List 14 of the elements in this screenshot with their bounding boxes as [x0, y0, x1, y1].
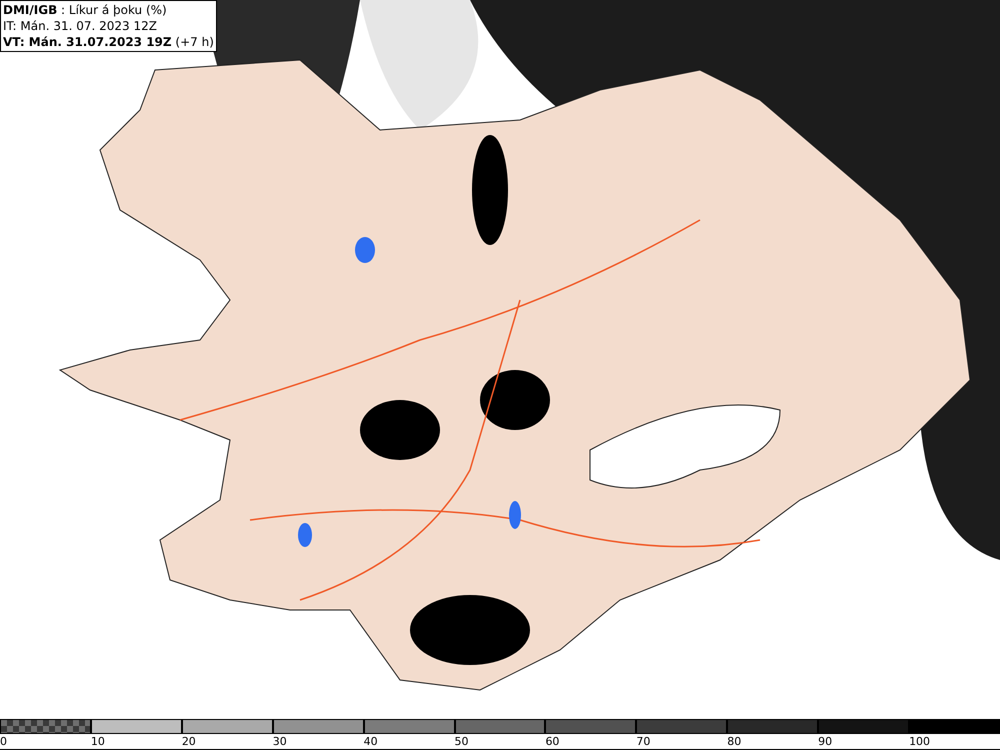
legend-label: 0: [0, 734, 7, 749]
map-info-text: VT: Mán. 31.07.2023 19Z (+7 h): [3, 34, 214, 50]
legend-label: 80: [727, 734, 742, 749]
legend-label: 10: [90, 734, 105, 749]
legend-label: 90: [818, 734, 832, 749]
map-info-text: DMI/IGB : Líkur á þoku (%): [3, 2, 168, 18]
legend-label: 60: [545, 734, 560, 749]
legend-label: 30: [272, 734, 287, 749]
legend-label: 50: [454, 734, 469, 749]
legend-label: 20: [182, 734, 196, 749]
map-info-text: IT: Mán. 31. 07. 2023 12Z: [3, 18, 158, 34]
legend-label: 40: [364, 734, 378, 749]
legend-label: 100: [909, 734, 930, 749]
legend-label: 70: [636, 734, 650, 749]
